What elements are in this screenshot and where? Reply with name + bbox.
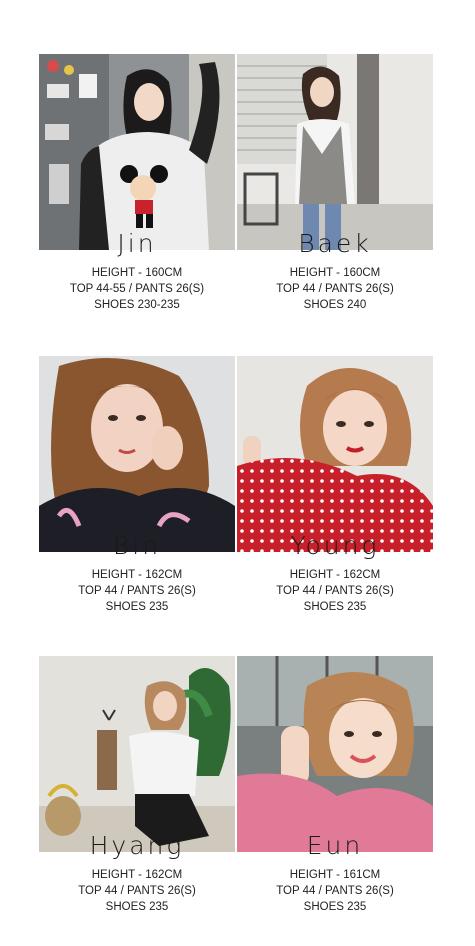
model-photo-bin [39,356,235,552]
model-measurements: HEIGHT - 161CM TOP 44 / PANTS 26(S) SHOE… [227,867,443,915]
model-top-pants-size: TOP 44 / PANTS 26(S) [276,585,394,597]
model-name: Young [290,531,380,560]
model-measurements: HEIGHT - 160CM TOP 44 / PANTS 26(S) SHOE… [227,265,443,313]
model-photo-young [237,356,433,552]
model-height: HEIGHT - 160CM [289,267,381,279]
model-shoe-size: SHOES 235 [303,601,367,613]
model-name: Hyang [89,831,185,860]
model-height: HEIGHT - 160CM [91,267,183,279]
model-top-pants-size: TOP 44-55 / PANTS 26(S) [69,283,205,295]
model-shoe-size: SHOES 235 [105,601,169,613]
model-top-pants-size: TOP 44 / PANTS 26(S) [78,885,196,897]
model-measurements: HEIGHT - 162CM TOP 44 / PANTS 26(S) SHOE… [227,567,443,615]
model-name: Jin [117,229,157,258]
model-height: HEIGHT - 162CM [289,569,381,581]
model-top-pants-size: TOP 44 / PANTS 26(S) [276,283,394,295]
model-name: Bin [112,531,162,560]
model-height: HEIGHT - 161CM [289,869,381,881]
model-measurements: HEIGHT - 160CM TOP 44-55 / PANTS 26(S) S… [29,265,245,313]
model-photo-eun [237,656,433,852]
model-height: HEIGHT - 162CM [91,869,183,881]
model-name: Eun [306,831,364,860]
model-shoe-size: SHOES 230-235 [94,299,180,311]
model-height: HEIGHT - 162CM [91,569,183,581]
model-name: Baek [298,229,372,258]
model-photo-hyang [39,656,235,852]
model-shoe-size: SHOES 235 [303,901,367,913]
model-top-pants-size: TOP 44 / PANTS 26(S) [78,585,196,597]
model-shoe-size: SHOES 235 [105,901,169,913]
model-size-guide: { "models": [ {"name":"Jin","height":"HE… [0,0,475,946]
model-photo-baek [237,54,433,250]
model-photo-jin [39,54,235,250]
model-top-pants-size: TOP 44 / PANTS 26(S) [276,885,394,897]
model-measurements: HEIGHT - 162CM TOP 44 / PANTS 26(S) SHOE… [29,567,245,615]
model-measurements: HEIGHT - 162CM TOP 44 / PANTS 26(S) SHOE… [29,867,245,915]
model-shoe-size: SHOES 240 [303,299,367,311]
